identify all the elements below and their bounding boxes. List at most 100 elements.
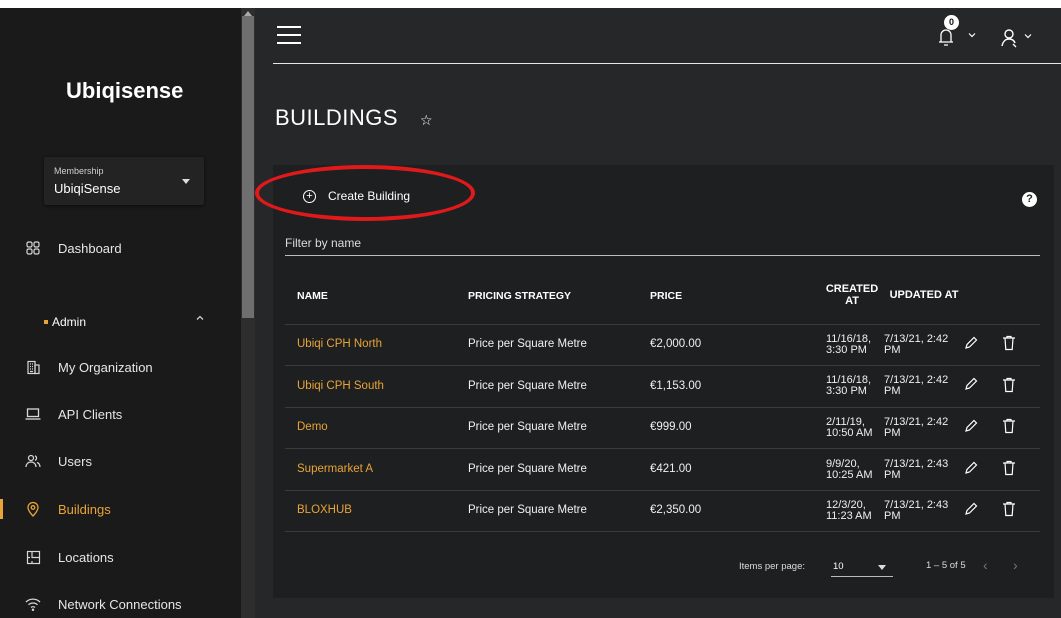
chevron-down-icon[interactable] [967,30,977,40]
sidebar-item-label: Dashboard [58,240,122,256]
annotation-highlight [255,165,475,221]
edit-icon[interactable] [964,461,980,479]
grid-icon [24,239,42,257]
menu-icon[interactable] [277,26,301,44]
page-title: BUILDINGS [275,105,399,130]
caret-down-icon[interactable] [878,565,886,570]
sidebar-group-label: Admin [52,315,87,329]
column-header-name[interactable]: NAME [285,268,468,325]
buildings-table: NAME PRICING STRATEGY PRICE CREATED AT U… [285,268,1040,533]
sidebar: Ubiqisense Membership UbiqiSense Dashboa… [0,8,241,618]
column-header-pricing-strategy[interactable]: PRICING STRATEGY [468,268,650,325]
laptop-icon [24,405,42,423]
sidebar-item-label: API Clients [58,406,123,422]
filter-field[interactable] [285,234,1040,256]
price-cell: €2,350.00 [650,490,820,533]
updated-at-cell: 7/13/21, 2:42 PM [884,407,964,450]
buildings-card: + Create Building ? NAME PRICING STRATEG… [255,165,1054,598]
pricing-strategy-cell: Price per Square Metre [468,407,650,450]
active-indicator [0,499,3,519]
pricing-strategy-cell: Price per Square Metre [468,490,650,533]
sidebar-group-admin[interactable]: Admin [0,307,241,339]
updated-at-cell: 7/13/21, 2:43 PM [884,490,964,533]
sidebar-item-api-clients[interactable]: API Clients [0,398,241,430]
column-header-updated-at[interactable]: UPDATED AT [884,268,964,325]
sidebar-item-my-organization[interactable]: My Organization [0,351,241,383]
price-cell: €421.00 [650,448,820,491]
table-row[interactable]: BLOXHUB Price per Square Metre €2,350.00 12… [285,490,1040,533]
trash-icon[interactable] [1002,377,1018,395]
column-header-created-at[interactable]: CREATED AT [820,268,884,325]
trash-icon[interactable] [1002,460,1018,478]
location-pin-icon [24,500,42,518]
edit-icon[interactable] [964,419,980,437]
floorplan-icon [24,548,42,566]
page-range: 1 – 5 of 5 [926,560,966,571]
edit-icon[interactable] [964,377,980,395]
notification-badge: 0 [944,15,959,30]
main-content: 0 BUILDINGS ☆ + Create Building ? NAME P… [255,8,1061,618]
membership-select[interactable]: Membership UbiqiSense [44,157,204,205]
trash-icon[interactable] [1002,501,1018,519]
scroll-up-icon[interactable] [243,8,253,18]
dot-icon [44,320,48,324]
filter-input[interactable] [285,234,1040,250]
building-name-link[interactable]: BLOXHUB [285,490,468,533]
trash-icon[interactable] [1002,418,1018,436]
star-icon[interactable]: ☆ [420,112,433,129]
edit-icon[interactable] [964,336,980,354]
help-icon[interactable]: ? [1022,192,1037,207]
updated-at-cell: 7/13/21, 2:43 PM [884,448,964,491]
building-name-link[interactable]: Ubiqi CPH North [285,324,468,367]
pricing-strategy-cell: Price per Square Metre [468,324,650,367]
sidebar-item-users[interactable]: Users [0,445,241,477]
top-bar-divider [273,63,1061,64]
user-icon[interactable] [1000,28,1020,48]
created-at-cell: 11/16/18, 3:30 PM [820,365,884,408]
edit-icon[interactable] [964,502,980,520]
paginator: Items per page: 10 1 – 5 of 5 ‹ › [273,550,1054,580]
sidebar-item-network-connections[interactable]: Network Connections [0,588,241,618]
table-header-row: NAME PRICING STRATEGY PRICE CREATED AT U… [285,268,1040,325]
next-page-button[interactable]: › [1013,557,1018,573]
users-icon [24,452,42,470]
table-row[interactable]: Ubiqi CPH North Price per Square Metre €2,… [285,324,1040,367]
items-per-page-select[interactable]: 10 [833,561,844,572]
table-row[interactable]: Supermarket A Price per Square Metre €421.… [285,448,1040,491]
sidebar-item-label: Locations [58,549,114,565]
price-cell: €999.00 [650,407,820,450]
sidebar-item-locations[interactable]: Locations [0,541,241,573]
sidebar-item-label: Users [58,453,92,469]
membership-value: UbiqiSense [54,181,121,196]
price-cell: €1,153.00 [650,365,820,408]
sidebar-item-label: Buildings [58,501,111,517]
pricing-strategy-cell: Price per Square Metre [468,365,650,408]
previous-page-button[interactable]: ‹ [983,557,988,573]
table-row[interactable]: Ubiqi CPH South Price per Square Metre €1,… [285,365,1040,408]
building-icon [24,358,42,376]
chevron-down-icon[interactable] [1023,31,1033,41]
created-at-cell: 2/11/19, 10:50 AM [820,407,884,450]
membership-label: Membership [54,166,104,176]
updated-at-cell: 7/13/21, 2:42 PM [884,324,964,367]
brand-logo: Ubiqisense [66,78,184,103]
column-header-price[interactable]: PRICE [650,268,820,325]
created-at-cell: 11/16/18, 3:30 PM [820,324,884,367]
updated-at-cell: 7/13/21, 2:42 PM [884,365,964,408]
building-name-link[interactable]: Supermarket A [285,448,468,491]
created-at-cell: 12/3/20, 11:23 AM [820,490,884,533]
top-bar: 0 [255,8,1061,64]
sidebar-item-label: My Organization [58,359,153,375]
trash-icon[interactable] [1002,335,1018,353]
sidebar-item-buildings[interactable]: Buildings [0,493,241,525]
building-name-link[interactable]: Ubiqi CPH South [285,365,468,408]
wifi-icon [24,595,42,613]
table-row[interactable]: Demo Price per Square Metre €999.00 2/11/19… [285,407,1040,450]
sidebar-item-label: Network Connections [58,596,182,612]
building-name-link[interactable]: Demo [285,407,468,450]
sidebar-scroll-thumb[interactable] [242,16,254,318]
created-at-cell: 9/9/20, 10:25 AM [820,448,884,491]
caret-down-icon [182,179,190,184]
sidebar-item-dashboard[interactable]: Dashboard [0,232,241,264]
items-per-page-label: Items per page: [739,561,806,572]
